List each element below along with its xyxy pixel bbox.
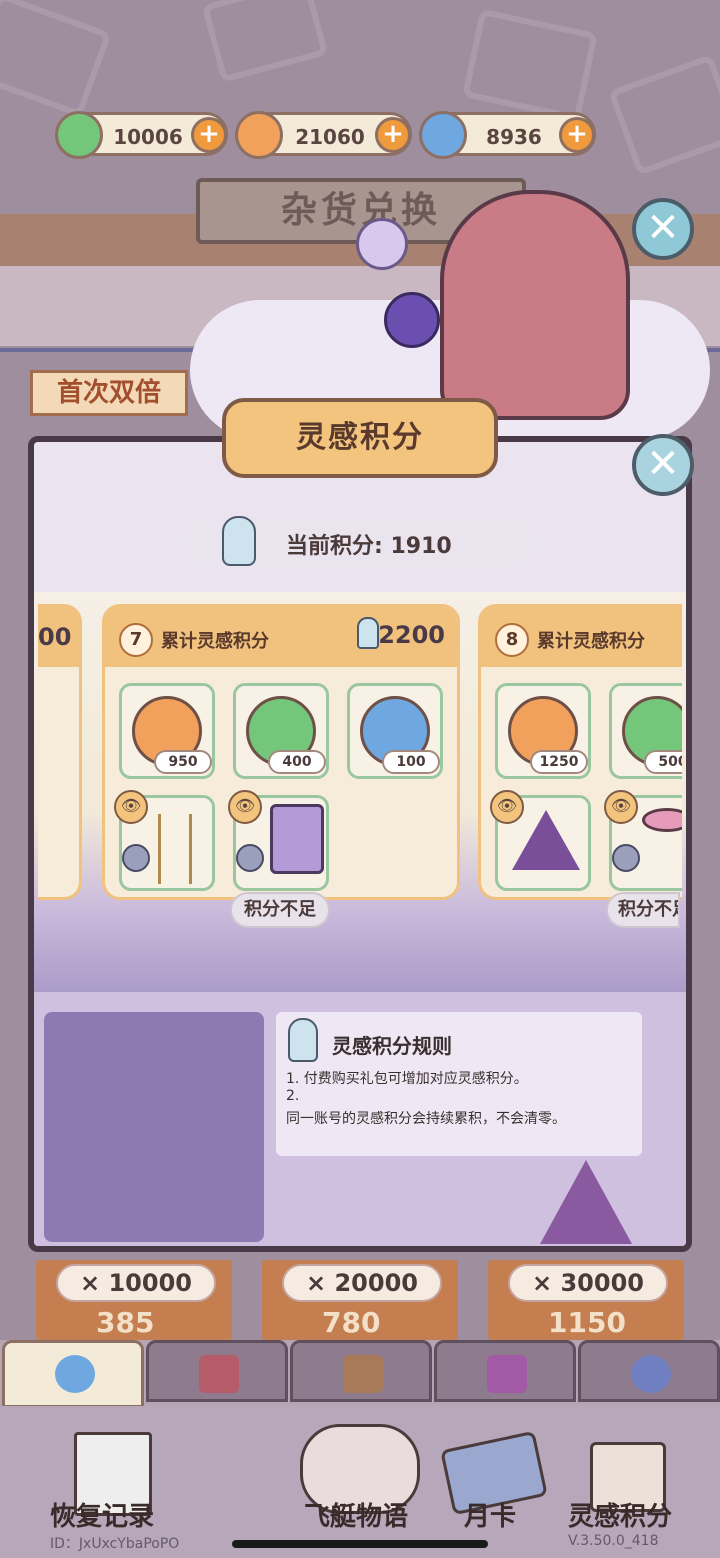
leaf-coin-icon	[235, 111, 283, 159]
tab-shirt[interactable]	[146, 1340, 288, 1402]
reward-slot[interactable]: 👁	[228, 790, 329, 891]
table-icon	[642, 808, 682, 832]
people-icon	[631, 1355, 671, 1393]
currency-swirl-value: 8936	[486, 125, 542, 149]
reward-slot[interactable]: 👁	[490, 790, 591, 891]
currency-leaf: 21060 +	[235, 111, 412, 159]
crystal-orb-icon	[356, 218, 408, 270]
tab-scroll[interactable]	[434, 1340, 576, 1402]
lightbulb-icon	[288, 1018, 318, 1062]
pack-cost: 780	[322, 1306, 381, 1336]
reward-slot[interactable]: 1250	[495, 683, 591, 779]
tier-card-7: 7 累计灵感积分 2200 950 400 100 👁 👁	[102, 604, 460, 900]
currency-clover: 10006 +	[55, 111, 228, 159]
reward-slot[interactable]: 500	[609, 683, 682, 779]
tier-number: 8	[495, 623, 529, 657]
tier-cost: 00	[38, 623, 72, 651]
modal-close-button[interactable]: ✕	[632, 434, 694, 496]
shirt-icon	[199, 1355, 239, 1393]
tab-people[interactable]	[578, 1340, 720, 1402]
furniture-cube-icon	[122, 844, 150, 872]
tier-card-prev: 00	[38, 604, 82, 900]
nav-inspiration[interactable]: 灵感积分	[568, 1496, 672, 1533]
pack-cost: 385	[96, 1306, 155, 1336]
reward-slot[interactable]: 👁	[604, 790, 682, 891]
shop-close-button[interactable]: ✕	[632, 198, 694, 260]
swirl-icon	[55, 1355, 95, 1393]
eye-icon[interactable]: 👁	[228, 790, 262, 824]
dark-orb-icon	[384, 292, 440, 348]
pack-cost: 1150	[548, 1306, 626, 1336]
currency-clover-value: 10006	[113, 125, 183, 149]
witch-hat-icon	[540, 1160, 632, 1244]
add-swirl-button[interactable]: +	[559, 117, 595, 153]
pack-price-3[interactable]: × 30000 1150	[488, 1260, 684, 1340]
lightbulb-icon	[222, 516, 256, 566]
reward-qty: 400	[268, 750, 326, 774]
modal-title: 灵感积分	[222, 398, 498, 478]
furniture-cube-icon	[612, 844, 640, 872]
tier-number: 7	[119, 623, 153, 657]
currency-swirl: 8936 +	[419, 111, 596, 159]
insufficient-button[interactable]: 积分不足	[230, 892, 330, 928]
tab-gift[interactable]	[290, 1340, 432, 1402]
first-double-tag: 首次双倍	[30, 370, 188, 416]
scroll-icon	[487, 1355, 527, 1393]
rules-line: 2.	[286, 1088, 300, 1104]
tier-cost: 2200	[378, 621, 445, 649]
insufficient-button[interactable]: 积分不足	[606, 892, 680, 928]
version-text: V.3.50.0_418	[568, 1533, 659, 1549]
rules-line: 同一账号的灵感积分会持续累积，不会清零。	[286, 1111, 566, 1127]
reward-slot[interactable]: 👁	[114, 790, 215, 891]
reward-qty: 500	[644, 750, 682, 774]
reward-slot[interactable]: 950	[119, 683, 215, 779]
rules-panel: 灵感积分规则 1. 付费购买礼包可增加对应灵感积分。 2. 同一账号的灵感积分会…	[276, 1012, 642, 1156]
category-tabs	[0, 1340, 720, 1408]
room-scene-image	[44, 1012, 264, 1242]
tab-swirl[interactable]	[2, 1340, 144, 1408]
rules-title: 灵感积分规则	[332, 1034, 452, 1058]
reward-qty: 1250	[530, 750, 588, 774]
pack-qty: × 10000	[56, 1264, 216, 1302]
user-id: ID：JxUxcYbaPoPO	[50, 1536, 180, 1552]
rules-line: 1. 付费购买礼包可增加对应灵感积分。	[286, 1071, 528, 1087]
tier-label: 累计灵感积分	[161, 631, 269, 652]
tier-label: 累计灵感积分	[537, 631, 645, 652]
reward-qty: 100	[382, 750, 440, 774]
swirl-icon	[419, 111, 467, 159]
add-leaf-button[interactable]: +	[375, 117, 411, 153]
bg-card	[201, 0, 329, 83]
cabinet-icon	[270, 804, 324, 874]
nav-story[interactable]: 飞艇物语	[304, 1496, 408, 1533]
furniture-cube-icon	[236, 844, 264, 872]
pack-qty: × 30000	[508, 1264, 668, 1302]
witch-hat-icon	[512, 810, 580, 870]
bg-card	[607, 53, 720, 177]
add-clover-button[interactable]: +	[191, 117, 227, 153]
eye-icon[interactable]: 👁	[114, 790, 148, 824]
currency-leaf-value: 21060	[295, 125, 365, 149]
gift-icon	[343, 1355, 383, 1393]
fortune-teller-character	[440, 190, 630, 420]
pack-price-1[interactable]: × 10000 385	[36, 1260, 232, 1340]
reward-qty: 950	[154, 750, 212, 774]
bg-card	[461, 8, 599, 122]
reward-slot[interactable]: 100	[347, 683, 443, 779]
current-score-bar: 当前积分: 1910	[182, 516, 538, 568]
nav-monthly[interactable]: 月卡	[464, 1496, 516, 1533]
home-indicator[interactable]	[232, 1540, 488, 1548]
clover-icon	[55, 111, 103, 159]
bg-card	[0, 0, 112, 118]
pack-price-2[interactable]: × 20000 780	[262, 1260, 458, 1340]
tier-card-8: 8 累计灵感积分 1250 500 👁 👁	[478, 604, 682, 900]
lightbulb-icon	[357, 617, 379, 649]
candelabra-icon	[158, 814, 192, 884]
nav-records[interactable]: 恢复记录	[50, 1496, 154, 1533]
eye-icon[interactable]: 👁	[604, 790, 638, 824]
pack-qty: × 20000	[282, 1264, 442, 1302]
current-score-text: 当前积分: 1910	[286, 534, 452, 559]
reward-slot[interactable]: 400	[233, 683, 329, 779]
